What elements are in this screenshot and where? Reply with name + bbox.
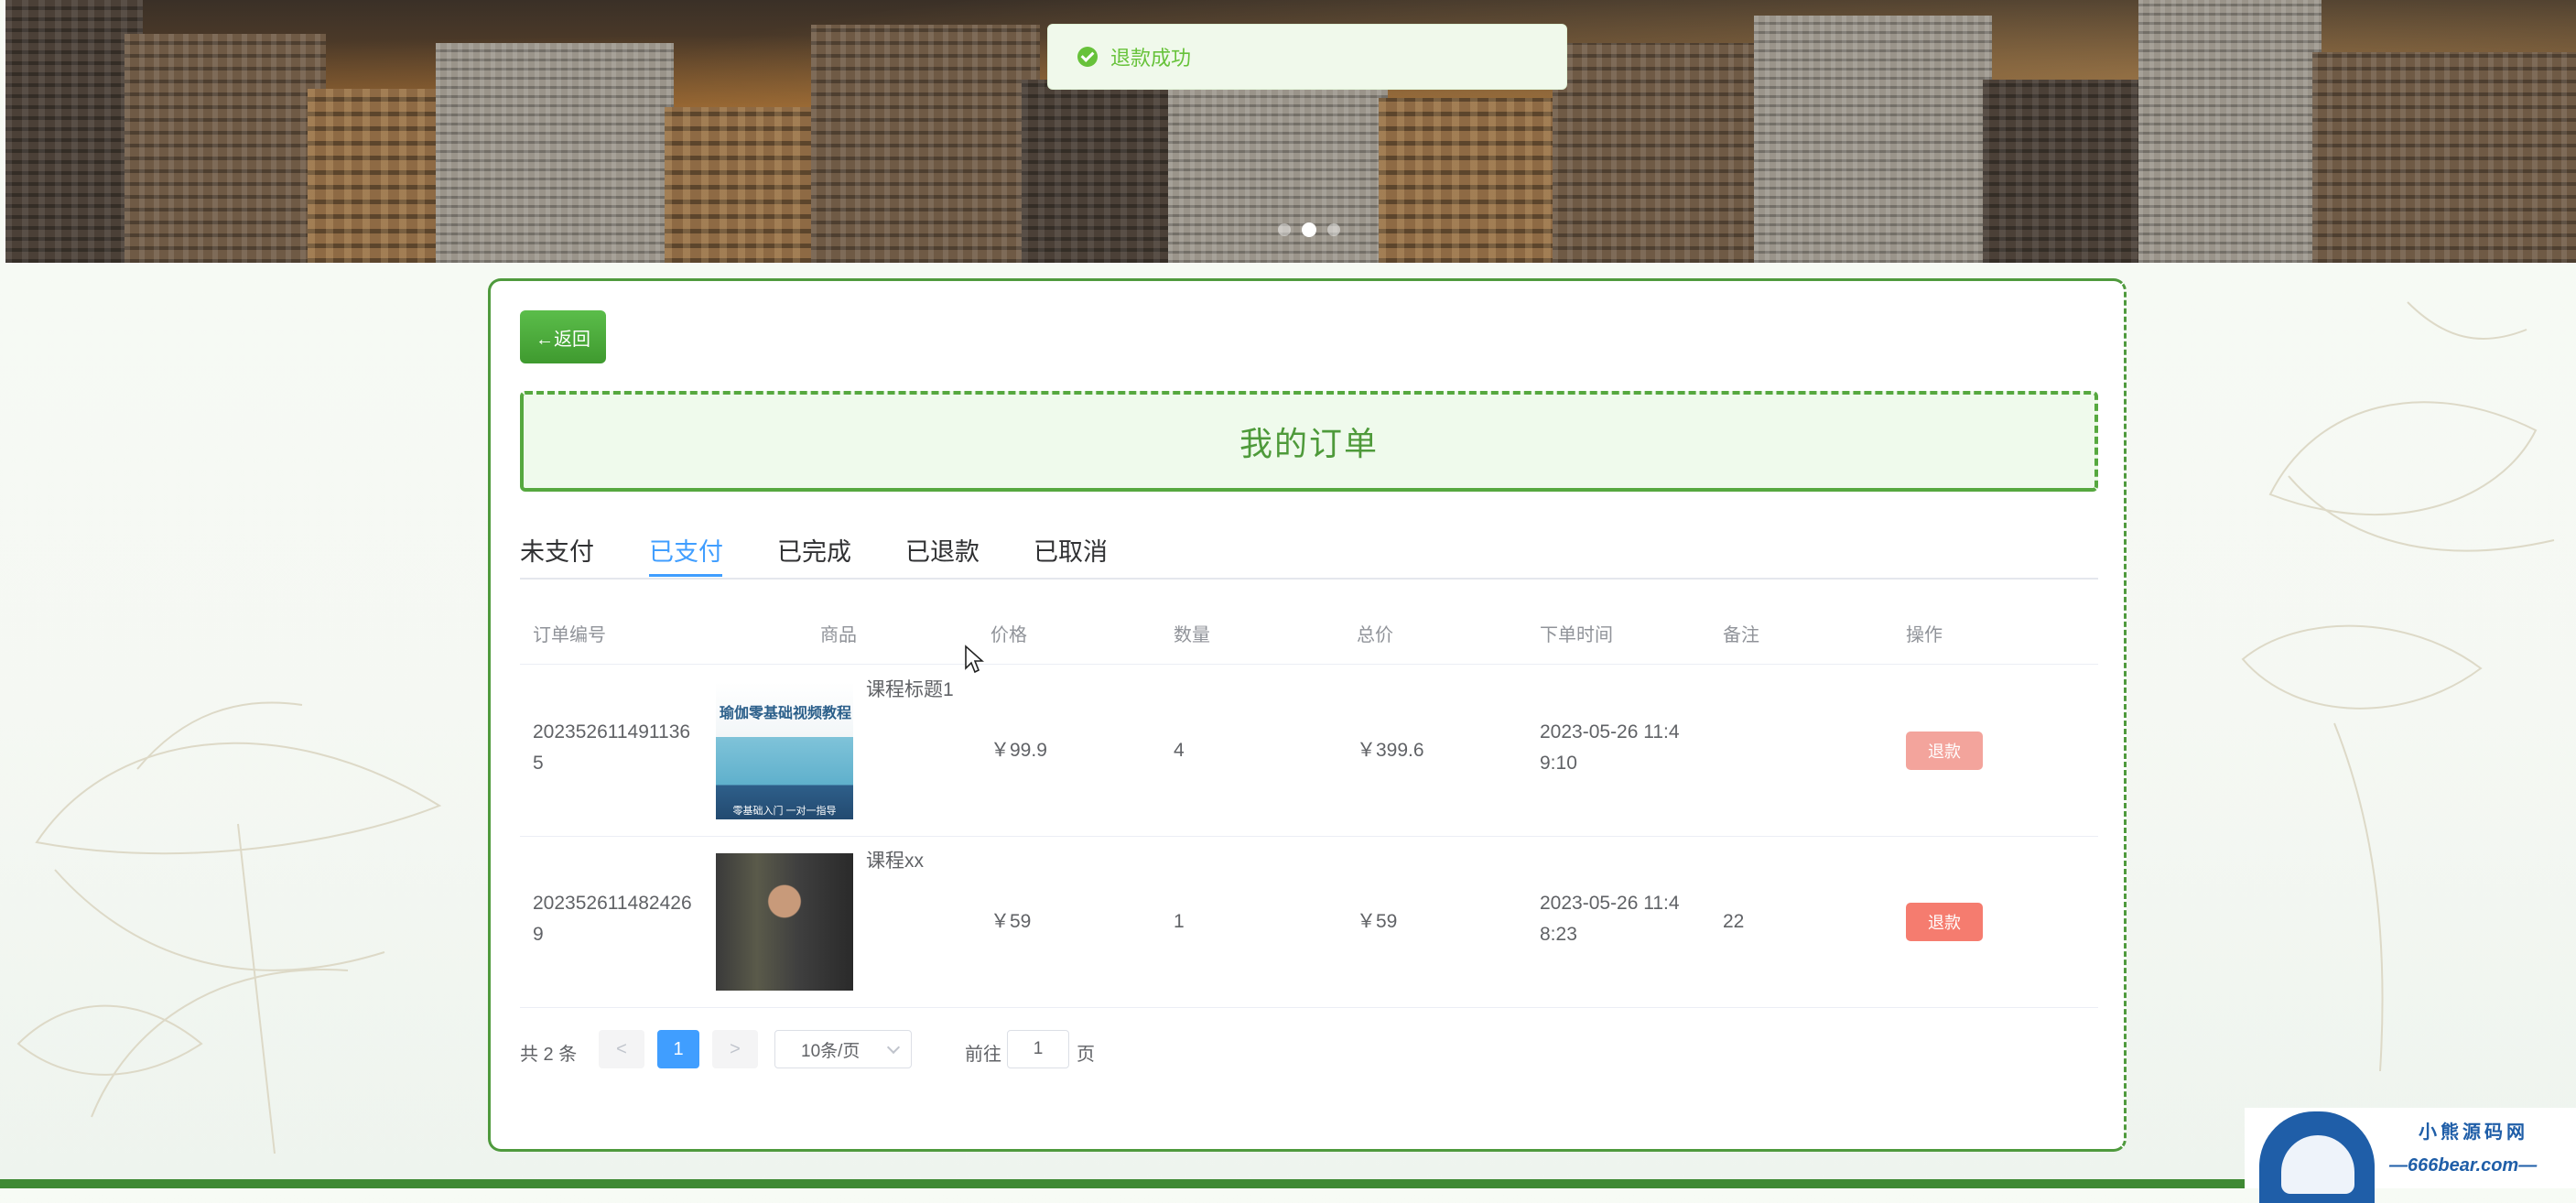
column-header-product: 商品 [820, 625, 857, 645]
mouse-cursor-icon [965, 645, 984, 674]
column-header-note: 备注 [1723, 625, 1759, 645]
column-header-order-time: 下单时间 [1540, 625, 1613, 645]
back-button[interactable]: ←返回 [520, 310, 606, 363]
banner-building [1022, 80, 1177, 263]
quantity: 4 [1174, 740, 1185, 761]
banner-building [1754, 16, 1992, 263]
page-size-select[interactable]: 10条/页 [774, 1030, 912, 1068]
order-number: 2023526114824269 [533, 893, 692, 945]
success-toast: 退款成功 [1047, 24, 1567, 90]
order-number: 2023526114911365 [533, 721, 691, 774]
total-price: ￥399.6 [1357, 740, 1424, 761]
product-name: 课程xx [866, 851, 924, 872]
thumbnail-subtitle: 零基础入门 一对一指导 [732, 806, 837, 817]
lotus-decoration-right [2241, 301, 2555, 1072]
page-unit-label: 页 [1077, 1045, 1095, 1065]
thumbnail-title: 瑜伽零基础视频教程 [720, 706, 852, 721]
toast-message: 退款成功 [1110, 47, 1192, 70]
banner-building [1379, 98, 1562, 263]
footer-bar [0, 1179, 2245, 1188]
goto-label: 前往 [965, 1045, 1001, 1065]
column-header-price: 价格 [990, 625, 1027, 645]
column-header-total: 总价 [1357, 625, 1393, 645]
lotus-decoration-left [16, 701, 442, 1154]
carousel-dot[interactable] [1327, 223, 1340, 236]
total-count: 共 2 条 [520, 1045, 578, 1065]
table-row: 2023526114911365 瑜伽零基础视频教程 零基础入门 一对一指导 课… [520, 666, 2098, 837]
product-name: 课程标题1 [866, 679, 954, 700]
banner-building [308, 89, 454, 263]
product-thumbnail[interactable] [716, 853, 853, 991]
total-price: ￥59 [1357, 911, 1398, 932]
banner-building [436, 43, 674, 263]
tab-refunded[interactable]: 已退款 [905, 532, 980, 576]
column-header-order-no: 订单编号 [533, 625, 606, 645]
order-time: 2023-05-26 11:48:23 [1540, 893, 1680, 945]
carousel-indicator[interactable] [1278, 222, 1340, 237]
banner-building [1983, 80, 2148, 263]
banner-building [2138, 0, 2322, 263]
page-title: 我的订单 [1239, 425, 1379, 462]
orders-card: ←返回 我的订单 未支付 已支付 已完成 已退款 已取消 订单编号 商品 价格 … [488, 278, 2127, 1152]
refund-button[interactable]: 退款 [1906, 732, 1983, 770]
check-circle-icon [1077, 47, 1098, 67]
banner-building [5, 0, 143, 263]
watermark-logo: 小熊源码网 —666bear.com— [2245, 1108, 2576, 1203]
page-size-value: 10条/页 [801, 1041, 860, 1061]
goto-page-input[interactable]: 1 [1007, 1030, 1069, 1068]
banner-building [124, 34, 326, 263]
order-time: 2023-05-26 11:49:10 [1540, 721, 1680, 774]
tab-paid[interactable]: 已支付 [649, 532, 723, 576]
page-number-1[interactable]: 1 [657, 1030, 699, 1068]
banner-building [2312, 52, 2576, 263]
next-page-button[interactable]: > [712, 1030, 758, 1068]
banner-building [811, 25, 1040, 263]
watermark-brand: 小熊源码网 [2419, 1122, 2528, 1143]
quantity: 1 [1174, 911, 1185, 932]
tab-completed[interactable]: 已完成 [777, 532, 851, 576]
tab-cancelled[interactable]: 已取消 [1034, 532, 1108, 576]
table-header: 订单编号 商品 价格 数量 总价 下单时间 备注 操作 [520, 598, 2098, 665]
banner-building [665, 107, 829, 263]
tab-active-indicator [649, 574, 722, 577]
pagination: 共 2 条 < 1 > 10条/页 前往 1 页 [520, 1030, 1344, 1070]
note: 22 [1723, 911, 1745, 932]
prev-page-button[interactable]: < [599, 1030, 644, 1068]
table-row: 2023526114824269 课程xx ￥59 1 ￥59 2023-05-… [520, 837, 2098, 1008]
refund-button[interactable]: 退款 [1906, 903, 1983, 941]
price: ￥99.9 [990, 740, 1047, 761]
carousel-dot[interactable] [1278, 223, 1291, 236]
price: ￥59 [990, 911, 1032, 932]
order-status-tabs: 未支付 已支付 已完成 已退款 已取消 [520, 532, 2098, 580]
page-title-box: 我的订单 [520, 391, 2098, 492]
column-header-action: 操作 [1906, 625, 1943, 645]
product-thumbnail[interactable]: 瑜伽零基础视频教程 零基础入门 一对一指导 [716, 682, 853, 819]
carousel-dot-active[interactable] [1302, 222, 1316, 237]
column-header-quantity: 数量 [1174, 625, 1210, 645]
chevron-down-icon [886, 1040, 901, 1055]
banner-building [1553, 43, 1763, 263]
tab-unpaid[interactable]: 未支付 [520, 532, 594, 576]
watermark-site: —666bear.com— [2389, 1155, 2538, 1176]
